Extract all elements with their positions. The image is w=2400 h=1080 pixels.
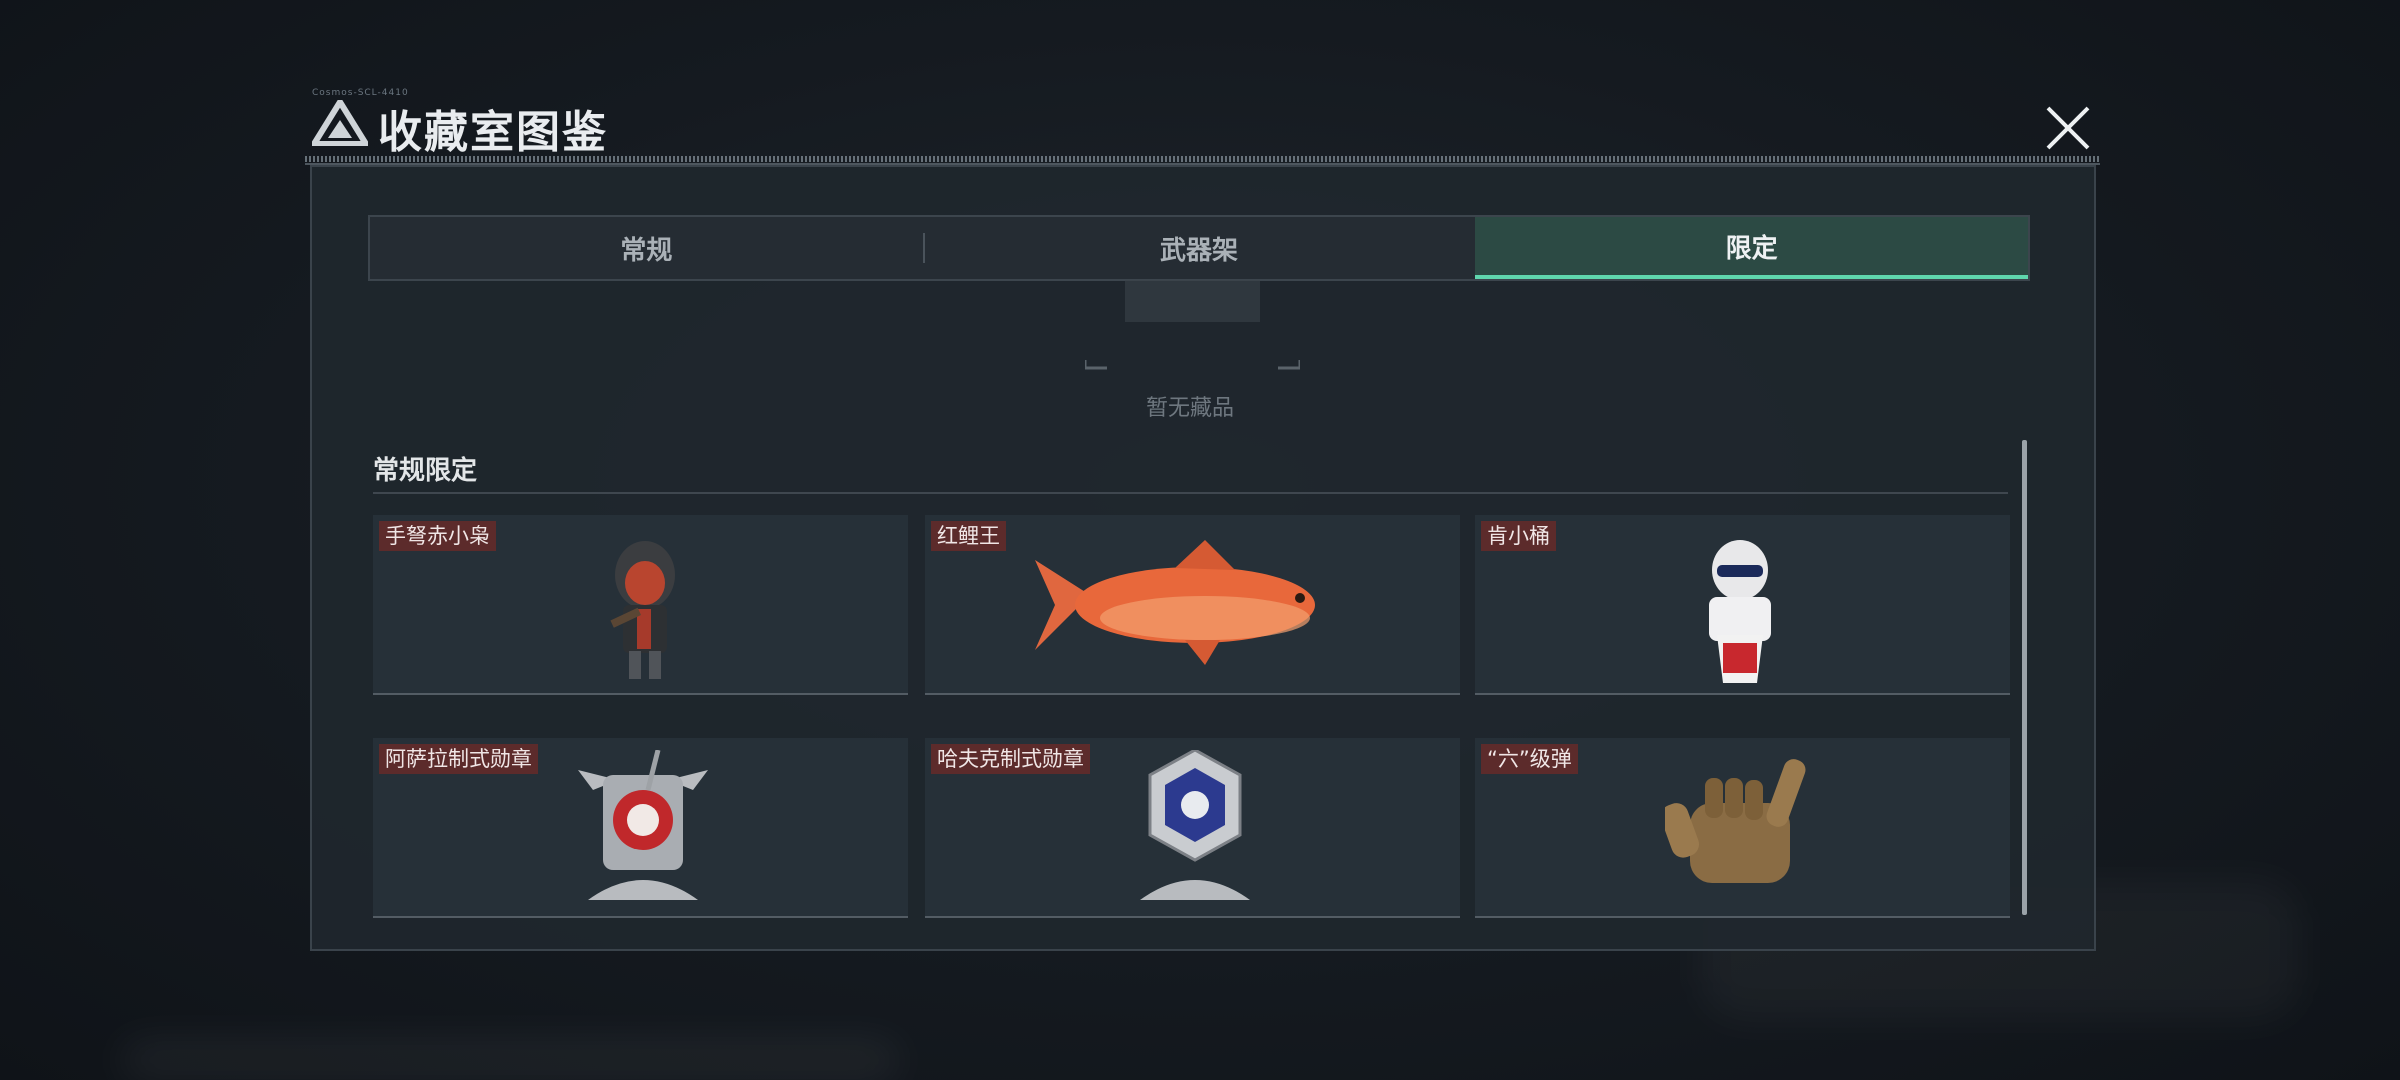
collection-item[interactable]: 哈夫克制式勋章	[925, 738, 1460, 918]
blue-medal-icon	[1140, 750, 1250, 900]
collection-item[interactable]: 红鲤王	[925, 515, 1460, 695]
title-divider	[305, 156, 2100, 162]
section-title: 常规限定	[373, 456, 478, 486]
collection-item[interactable]: 阿萨拉制式勋章	[373, 738, 908, 918]
item-label: 手弩赤小枭	[379, 521, 496, 551]
red-carp-icon	[1035, 540, 1315, 665]
collection-item[interactable]: “六”级弹	[1475, 738, 2010, 918]
tab-regular[interactable]: 常规	[370, 217, 923, 279]
bronze-hand-icon	[1665, 759, 1806, 883]
scrollbar[interactable]	[2022, 440, 2027, 915]
red-medal-icon	[578, 750, 708, 900]
window-title: 收藏室图鉴	[378, 107, 608, 158]
tab-weapon-rack[interactable]: 武器架	[922, 217, 1476, 279]
collection-item[interactable]: 肯小桶	[1475, 515, 2010, 695]
game-logo-icon	[312, 100, 368, 146]
item-label: 红鲤王	[931, 521, 1006, 551]
item-label: “六”级弹	[1481, 744, 1578, 774]
item-label: 阿萨拉制式勋章	[379, 744, 538, 774]
empty-box-icon	[1085, 280, 1300, 370]
collection-item[interactable]: 手弩赤小枭	[373, 515, 908, 695]
section-divider	[373, 492, 2008, 494]
hooded-figure-icon	[610, 541, 675, 679]
item-label: 肯小桶	[1481, 521, 1556, 551]
close-icon[interactable]	[2040, 100, 2096, 156]
tab-limited[interactable]: 限定	[1475, 217, 2029, 279]
item-label: 哈夫克制式勋章	[931, 744, 1090, 774]
title-underline	[305, 163, 2100, 165]
bucket-mascot-icon	[1709, 540, 1771, 683]
category-tabs: 常规 武器架 限定	[368, 215, 2030, 281]
empty-state-text: 暂无藏品	[1145, 396, 1234, 421]
